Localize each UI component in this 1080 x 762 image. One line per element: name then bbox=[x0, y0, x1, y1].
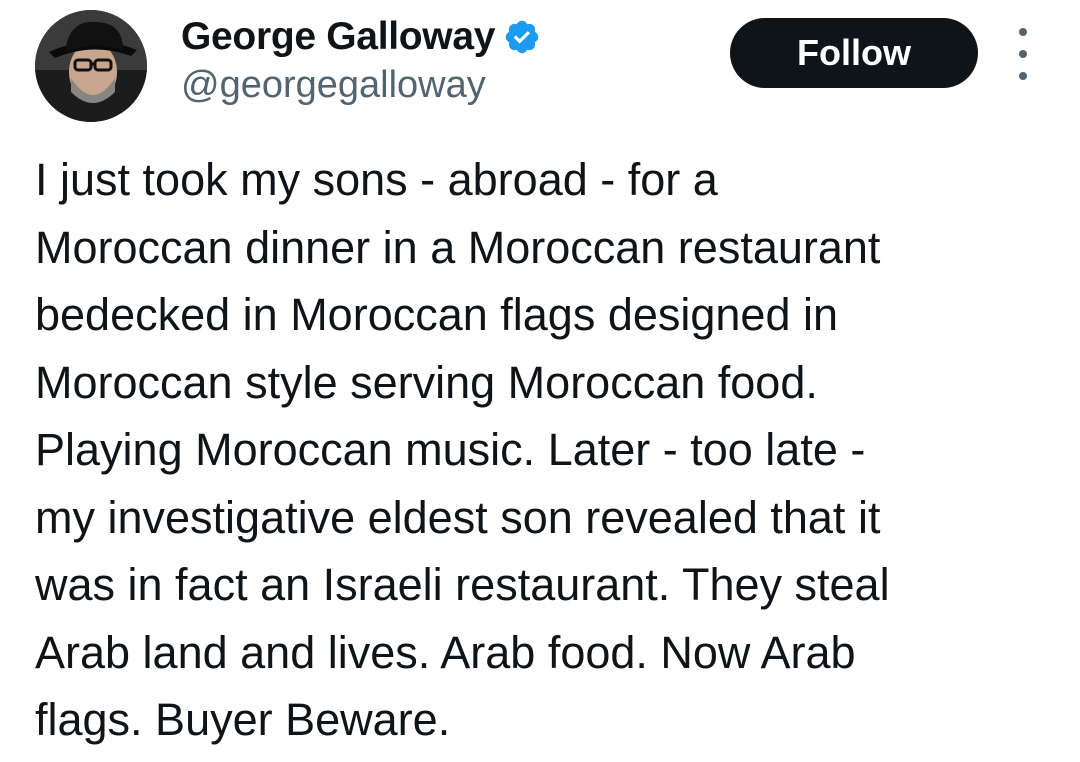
avatar[interactable] bbox=[35, 10, 147, 122]
tweet-text-line: Playing Moroccan music. Later - too late… bbox=[35, 424, 866, 475]
more-dot bbox=[1019, 28, 1027, 36]
tweet-card: George Galloway @georgegalloway Follow I… bbox=[0, 0, 1080, 762]
tweet-text: I just took my sons - abroad - for a Mor… bbox=[35, 146, 1065, 754]
tweet-text-line: bedecked in Moroccan flags designed in bbox=[35, 289, 839, 340]
more-vertical-icon[interactable] bbox=[1006, 28, 1040, 80]
profile-photo-icon bbox=[35, 10, 147, 122]
verified-badge-icon bbox=[503, 18, 541, 56]
author-display-name[interactable]: George Galloway bbox=[181, 15, 495, 59]
follow-button[interactable]: Follow bbox=[730, 18, 978, 88]
more-dot bbox=[1019, 72, 1027, 80]
tweet-text-line: Moroccan style serving Moroccan food. bbox=[35, 356, 818, 408]
tweet-text-line: I just took my sons - abroad - for a bbox=[35, 154, 718, 205]
author-handle[interactable]: @georgegalloway bbox=[181, 64, 486, 107]
tweet-text-line: Moroccan dinner in a Moroccan restaurant bbox=[35, 221, 881, 273]
tweet-text-line: was in fact an Israeli restaurant. They … bbox=[35, 559, 890, 610]
tweet-text-line: my investigative eldest son revealed tha… bbox=[35, 491, 881, 543]
tweet-text-line: flags. Buyer Beware. bbox=[35, 694, 451, 745]
more-dot bbox=[1019, 50, 1027, 58]
tweet-text-line: Arab land and lives. Arab food. Now Arab bbox=[35, 626, 856, 678]
author-name-row: George Galloway bbox=[181, 12, 541, 62]
